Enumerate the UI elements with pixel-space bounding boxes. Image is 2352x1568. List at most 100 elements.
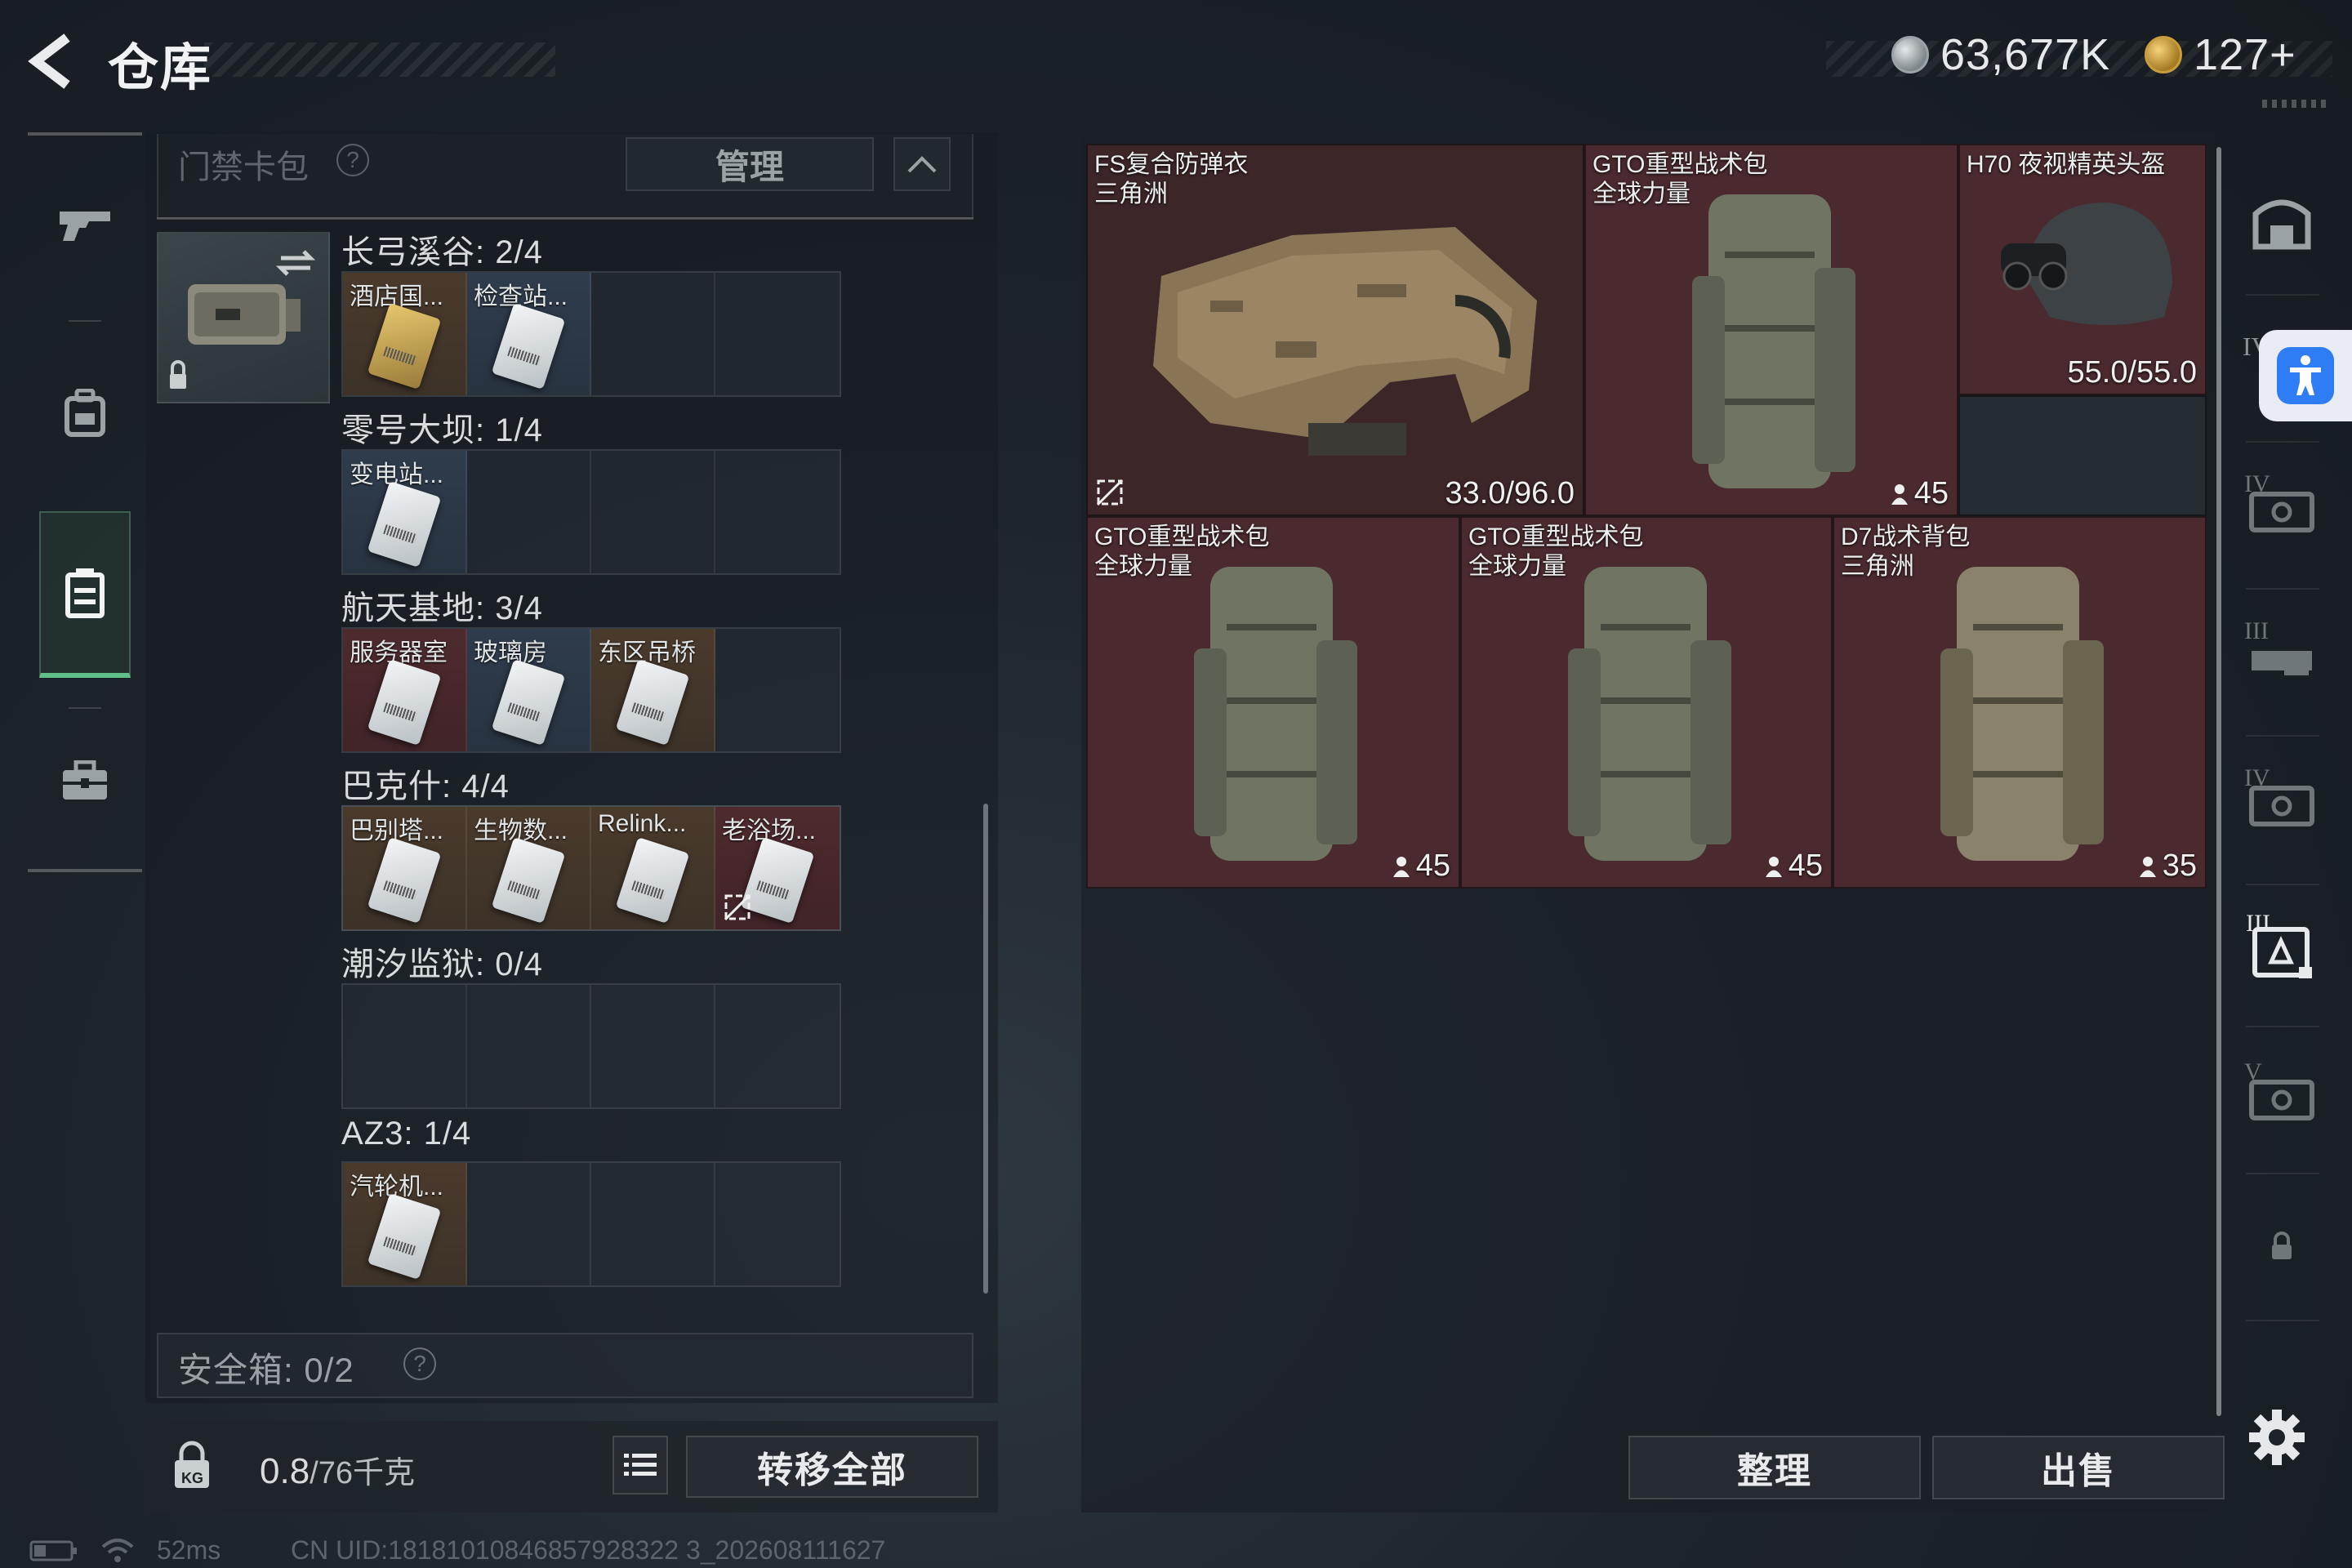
gold-coin-icon xyxy=(2145,36,2182,74)
stash-tab-locked[interactable] xyxy=(2241,1205,2323,1287)
card-slot-empty[interactable] xyxy=(591,1163,715,1285)
sell-button[interactable]: 出售 xyxy=(1932,1436,2225,1499)
capacity-value: 45 xyxy=(1890,476,1949,511)
nav-backpack[interactable] xyxy=(28,332,142,495)
backpack-image xyxy=(1568,567,1731,861)
durability-value: 33.0/96.0 xyxy=(1445,476,1575,510)
card-slot-empty[interactable] xyxy=(591,985,715,1107)
manage-button[interactable]: 管理 xyxy=(626,137,874,191)
card-slot-empty[interactable] xyxy=(343,985,467,1107)
helmet-image xyxy=(2001,203,2172,325)
stash-item-gto-backpack[interactable]: GTO重型战术包 全球力量 45 xyxy=(1584,144,1958,516)
silver-coin-icon xyxy=(1891,36,1929,74)
stash-item-gto-backpack[interactable]: GTO重型战术包 全球力量 45 xyxy=(1086,516,1460,889)
ping-text: 52ms xyxy=(157,1535,221,1565)
item-value-text: 45 xyxy=(1788,849,1823,883)
item-name-line1: H70 夜视精英头盔 xyxy=(1967,151,2166,178)
gear-icon xyxy=(2249,1410,2305,1465)
battery-icon xyxy=(29,1540,77,1561)
settings-button[interactable] xyxy=(2244,1405,2310,1470)
stash-item-d7-backpack[interactable]: D7战术背包 三角洲 35 xyxy=(1833,516,2207,889)
group-label-hangtian: 航天基地: 3/4 xyxy=(341,590,543,626)
stash-tab-5-active[interactable]: III xyxy=(2241,908,2323,990)
card-slot-row: 酒店国... 检查站... xyxy=(341,271,841,397)
card-slot[interactable]: 酒店国... xyxy=(343,273,467,395)
accessibility-button[interactable] xyxy=(2259,330,2352,421)
nav-container[interactable] xyxy=(39,511,131,678)
card-slot[interactable]: 东区吊桥 xyxy=(591,629,715,751)
card-slot[interactable]: 生物数... xyxy=(467,807,591,929)
status-bar: 52ms xyxy=(29,1535,220,1566)
keycard-icon xyxy=(367,659,442,746)
backpack-icon xyxy=(65,389,105,437)
list-view-button[interactable] xyxy=(612,1436,668,1494)
transfer-all-button[interactable]: 转移全部 xyxy=(686,1436,978,1498)
card-slot[interactable]: 汽轮机... xyxy=(343,1163,467,1285)
card-slot-empty[interactable] xyxy=(715,985,840,1107)
backpack-image xyxy=(1940,567,2104,861)
sort-button[interactable]: 整理 xyxy=(1628,1436,1921,1499)
list-icon xyxy=(624,1454,657,1476)
currency-gold[interactable]: 127+ xyxy=(2145,29,2296,80)
stash-empty-cell[interactable] xyxy=(1958,395,2207,516)
item-name: D7战术背包 三角洲 xyxy=(1841,523,1970,581)
capacity-value: 45 xyxy=(1764,849,1823,884)
stash-scrollbar[interactable] xyxy=(2216,147,2221,1416)
safebox-help-icon[interactable]: ? xyxy=(403,1348,436,1380)
nav-briefcase[interactable] xyxy=(28,699,142,862)
stash-item-gto-backpack[interactable]: GTO重型战术包 全球力量 45 xyxy=(1460,516,1833,889)
weight-lock-icon: KG xyxy=(163,1437,220,1494)
currency-silver-value: 63,677K xyxy=(1940,30,2111,79)
stash-tab-6[interactable]: V xyxy=(2241,1055,2323,1137)
collapse-button[interactable] xyxy=(893,137,951,191)
item-name-line2: 全球力量 xyxy=(1468,553,1566,580)
item-name-line2: 三角洲 xyxy=(1094,180,1168,207)
stash-tab-2[interactable]: IV xyxy=(2241,467,2323,549)
back-button[interactable] xyxy=(24,33,90,90)
card-slot[interactable]: 变电站... xyxy=(343,451,467,573)
card-pack-help-icon[interactable]: ? xyxy=(336,144,369,176)
item-value-text: 45 xyxy=(1415,849,1450,883)
card-slot-row: 服务器室 玻璃房 东区吊桥 xyxy=(341,627,841,753)
card-slot[interactable]: 检查站... xyxy=(467,273,591,395)
card-slot-row: 汽轮机... xyxy=(341,1161,841,1287)
card-slot-row: 变电站... xyxy=(341,449,841,575)
keycard-icon xyxy=(367,303,442,390)
keycard-icon xyxy=(491,659,566,746)
card-slot[interactable]: 服务器室 xyxy=(343,629,467,751)
card-slot[interactable]: 老浴场... xyxy=(715,807,840,929)
group-label-az3: AZ3: 1/4 xyxy=(341,1116,472,1152)
stash-item-helmet[interactable]: H70 夜视精英头盔 55.0/55.0 xyxy=(1958,144,2207,395)
stash-tab-home[interactable] xyxy=(2241,180,2323,261)
body-armor-image xyxy=(1153,227,1537,456)
stash-item-body-armor[interactable]: FS复合防弹衣 三角洲 33.0/96.0 xyxy=(1086,144,1584,516)
chevron-up-icon xyxy=(907,156,937,173)
stash-tab-3[interactable]: III xyxy=(2241,614,2323,696)
card-pack-container-thumbnail[interactable] xyxy=(157,232,330,403)
item-name: GTO重型战术包 全球力量 xyxy=(1094,523,1269,581)
item-name-line1: GTO重型战术包 xyxy=(1468,523,1644,550)
durability-value: 55.0/55.0 xyxy=(2067,355,2197,390)
card-slot[interactable]: 玻璃房 xyxy=(467,629,591,751)
card-slot-empty[interactable] xyxy=(467,985,591,1107)
card-slot-empty[interactable] xyxy=(715,629,840,751)
stash-tab-4[interactable]: IV xyxy=(2241,761,2323,843)
card-slot-empty[interactable] xyxy=(591,273,715,395)
currency-silver[interactable]: 63,677K xyxy=(1891,29,2110,80)
left-scrollbar[interactable] xyxy=(983,804,988,1294)
card-slot-empty[interactable] xyxy=(467,451,591,573)
keycard-icon xyxy=(615,837,690,924)
item-value-text: 45 xyxy=(1913,476,1949,510)
no-mark-icon xyxy=(724,893,751,921)
card-slot-empty[interactable] xyxy=(715,451,840,573)
card-slot-empty[interactable] xyxy=(591,451,715,573)
card-slot[interactable]: 巴别塔... xyxy=(343,807,467,929)
card-slot-empty[interactable] xyxy=(467,1163,591,1285)
lock-icon xyxy=(2272,1232,2292,1259)
card-slot-empty[interactable] xyxy=(715,273,840,395)
safebox-label: 安全箱: 0/2 xyxy=(178,1351,354,1389)
nav-weapons[interactable] xyxy=(28,144,142,307)
tab-tier-label: V xyxy=(2244,1058,2262,1085)
card-slot-empty[interactable] xyxy=(715,1163,840,1285)
card-slot[interactable]: Relink... xyxy=(591,807,715,929)
